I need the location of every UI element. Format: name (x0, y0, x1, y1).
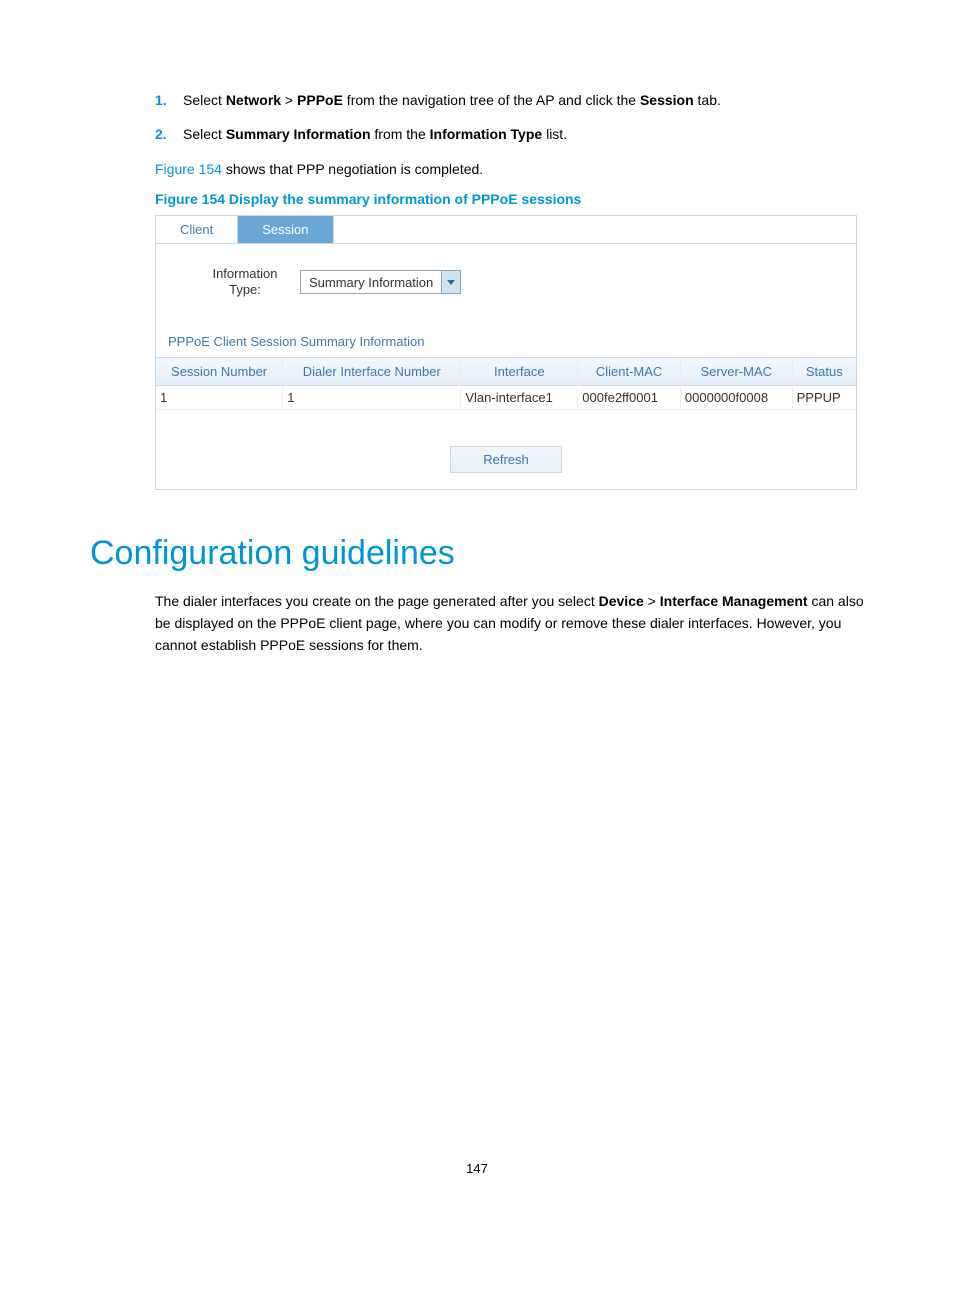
step-number: 2. (155, 124, 183, 144)
chevron-down-icon (447, 280, 455, 285)
col-client-mac: Client-MAC (577, 357, 680, 386)
pppoe-session-panel: Client Session Information Type: Summary… (155, 215, 857, 491)
col-status: Status (792, 357, 856, 386)
info-type-label: Information Type: (200, 266, 290, 299)
bold-text: Session (640, 92, 694, 108)
text: Select (183, 92, 226, 108)
cell-status: PPPUP (792, 386, 856, 410)
step-number: 1. (155, 90, 183, 110)
text: tab. (694, 92, 721, 108)
info-type-select[interactable]: Summary Information (300, 270, 461, 294)
tabs: Client Session (156, 216, 856, 244)
bold-text: Information Type (430, 126, 543, 142)
refresh-wrap: Refresh (156, 410, 856, 489)
step-2: 2. Select Summary Information from the I… (155, 124, 864, 144)
tab-session[interactable]: Session (238, 216, 333, 243)
text: from the navigation tree of the AP and c… (343, 92, 640, 108)
bold-text: Interface Management (660, 593, 808, 609)
col-interface: Interface (460, 357, 577, 386)
text: Select (183, 126, 226, 142)
text: list. (542, 126, 567, 142)
cell-dialer: 1 (282, 386, 460, 410)
text: from the (371, 126, 430, 142)
col-server-mac: Server-MAC (680, 357, 792, 386)
text: > (644, 593, 660, 609)
session-table: Session Number Dialer Interface Number I… (156, 357, 856, 410)
text: shows that PPP negotiation is completed. (222, 161, 483, 177)
bold-text: Summary Information (226, 126, 371, 142)
tab-client[interactable]: Client (156, 216, 238, 243)
cell-server-mac: 0000000f0008 (680, 386, 792, 410)
step-text: Select Summary Information from the Info… (183, 124, 864, 144)
table-header-row: Session Number Dialer Interface Number I… (156, 357, 856, 386)
text: The dialer interfaces you create on the … (155, 593, 599, 609)
step-text: Select Network > PPPoE from the navigati… (183, 90, 864, 110)
col-dialer-interface: Dialer Interface Number (282, 357, 460, 386)
table-row: 1 1 Vlan-interface1 000fe2ff0001 0000000… (156, 386, 856, 410)
step-1: 1. Select Network > PPPoE from the navig… (155, 90, 864, 110)
text: > (281, 92, 297, 108)
figure-reference-sentence: Figure 154 shows that PPP negotiation is… (155, 159, 864, 179)
select-value: Summary Information (301, 275, 441, 290)
bold-text: PPPoE (297, 92, 343, 108)
figure-caption: Figure 154 Display the summary informati… (155, 191, 864, 207)
guidelines-paragraph: The dialer interfaces you create on the … (155, 591, 864, 656)
section-title: PPPoE Client Session Summary Information (156, 308, 856, 357)
page-number: 147 (0, 1161, 954, 1176)
info-type-row: Information Type: Summary Information (156, 244, 856, 309)
refresh-button[interactable]: Refresh (450, 446, 562, 473)
cell-interface: Vlan-interface1 (460, 386, 577, 410)
select-dropdown-button[interactable] (441, 271, 460, 293)
bold-text: Device (599, 593, 644, 609)
col-session-number: Session Number (156, 357, 282, 386)
cell-session: 1 (156, 386, 282, 410)
bold-text: Network (226, 92, 281, 108)
cell-client-mac: 000fe2ff0001 (577, 386, 680, 410)
section-heading: Configuration guidelines (90, 534, 864, 573)
figure-link[interactable]: Figure 154 (155, 161, 222, 177)
